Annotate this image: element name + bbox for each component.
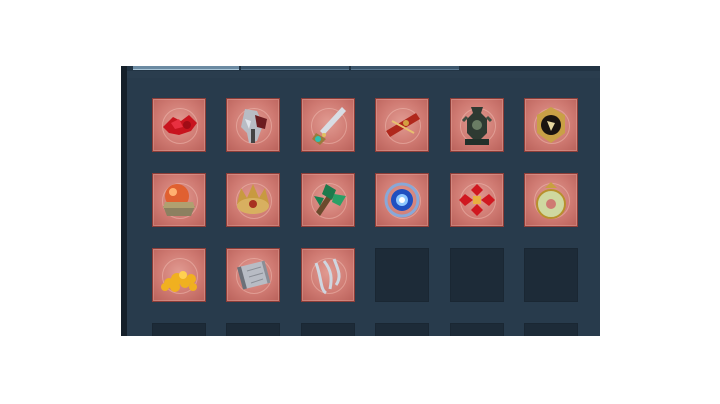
inventory-slot[interactable] bbox=[300, 98, 355, 152]
inventory-slot[interactable] bbox=[300, 248, 355, 302]
inventory-slot[interactable] bbox=[226, 98, 281, 152]
inventory-slot[interactable] bbox=[449, 173, 504, 227]
gold-ingots-icon bbox=[161, 271, 197, 292]
inventory-slot[interactable] bbox=[375, 98, 430, 152]
inventory-slot[interactable] bbox=[152, 248, 206, 302]
inventory-slot-empty[interactable] bbox=[524, 248, 578, 302]
jade-herb-icon bbox=[313, 184, 346, 216]
inventory-slot[interactable] bbox=[226, 248, 281, 302]
scroll-icon bbox=[237, 260, 271, 290]
inventory-slot-empty[interactable] bbox=[524, 323, 578, 336]
inventory-grid bbox=[127, 78, 600, 336]
inventory-slot-empty[interactable] bbox=[449, 248, 504, 302]
inventory-tab-bar bbox=[121, 66, 600, 71]
inventory-slot[interactable] bbox=[152, 173, 206, 227]
red-crossbow-icon bbox=[386, 113, 421, 137]
inventory-slot-empty[interactable] bbox=[300, 323, 355, 336]
bronze-vase-icon bbox=[461, 107, 492, 145]
inventory-panel bbox=[121, 66, 600, 336]
crystal-orb-icon bbox=[163, 184, 195, 216]
gold-seal-icon bbox=[537, 107, 565, 143]
chinese-knot-icon bbox=[458, 184, 495, 216]
inventory-slot[interactable] bbox=[524, 98, 578, 152]
inventory-slot[interactable] bbox=[226, 173, 281, 227]
inventory-slot[interactable] bbox=[300, 173, 355, 227]
inventory-slot-empty[interactable] bbox=[152, 323, 206, 336]
inventory-slot[interactable] bbox=[449, 98, 504, 152]
tab-1[interactable] bbox=[133, 66, 239, 70]
axe-weapon-icon bbox=[241, 109, 268, 143]
inventory-slot-empty[interactable] bbox=[226, 323, 281, 336]
tab-3[interactable] bbox=[351, 66, 459, 70]
jade-disc-icon bbox=[536, 182, 566, 219]
inventory-slot[interactable] bbox=[524, 173, 578, 227]
silver-ribbon-icon bbox=[314, 258, 341, 295]
inventory-slot-empty[interactable] bbox=[449, 323, 504, 336]
golden-crown-icon bbox=[237, 184, 270, 214]
red-petals-icon bbox=[163, 115, 197, 135]
inventory-slot[interactable] bbox=[375, 173, 430, 227]
jeweled-sword-icon bbox=[311, 107, 346, 145]
blue-portal-icon bbox=[384, 182, 420, 218]
tab-2[interactable] bbox=[241, 66, 349, 70]
inventory-slot-empty[interactable] bbox=[375, 248, 430, 302]
inventory-slot[interactable] bbox=[152, 98, 206, 152]
inventory-slot-empty[interactable] bbox=[375, 323, 430, 336]
